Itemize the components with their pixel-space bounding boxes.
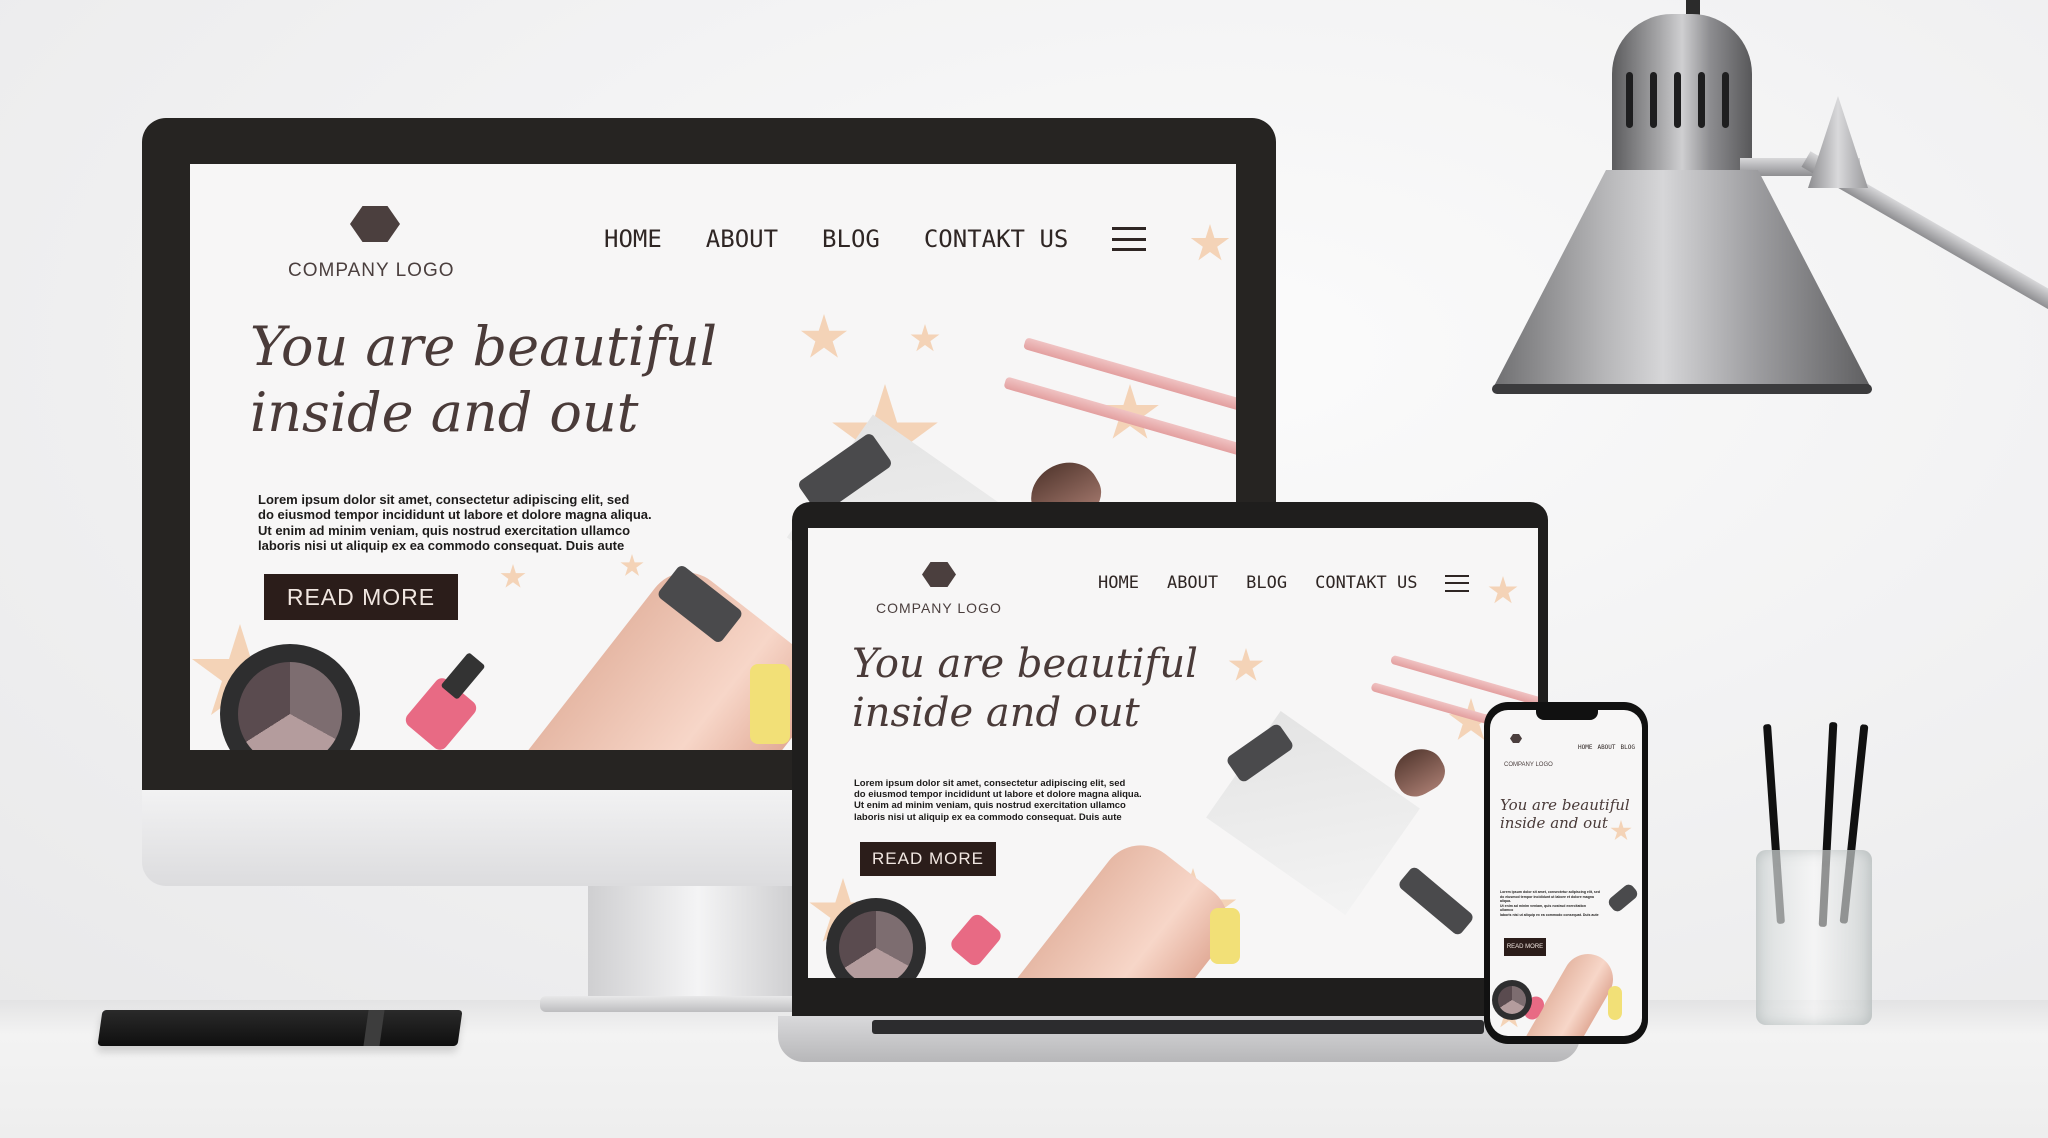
hero-title: You are beautiful inside and out bbox=[1500, 796, 1630, 833]
body-line: Ut enim ad minim veniam, quis nostrud ex… bbox=[854, 800, 1126, 812]
body-line: Lorem ipsum dolor sit amet, consectetur … bbox=[854, 778, 1126, 789]
body-line: laboris nisi ut aliquip ex ea commodo co… bbox=[854, 811, 1122, 823]
read-more-button[interactable]: READ MORE bbox=[264, 574, 458, 620]
phone-screen: COMPANY LOGO HOME ABOUT BLOG You are bea… bbox=[1490, 710, 1642, 1036]
hero-title-line2: inside and out bbox=[852, 689, 1140, 736]
star-icon bbox=[800, 314, 848, 358]
phone-notch bbox=[1536, 708, 1598, 720]
monitor-stand bbox=[588, 884, 808, 1002]
hamburger-icon[interactable] bbox=[1112, 227, 1147, 251]
hero-title-line1: You are beautiful bbox=[852, 641, 1198, 687]
main-nav: HOME ABOUT BLOG bbox=[1578, 742, 1635, 752]
body-line: Ut enim ad minim veniam, quis nostrud ex… bbox=[258, 522, 631, 538]
body-line: Lorem ipsum dolor sit amet, consectetur … bbox=[1500, 890, 1600, 894]
nav-contakt-us[interactable]: CONTAKT US bbox=[924, 225, 1069, 253]
tube-illustration bbox=[992, 829, 1244, 978]
eyeshadow-palette bbox=[1498, 986, 1526, 1014]
nav-blog[interactable]: BLOG bbox=[1621, 744, 1635, 751]
logo-text[interactable]: COMPANY LOGO bbox=[876, 600, 1002, 616]
hexagon-logo-icon[interactable] bbox=[922, 562, 956, 587]
body-line: laboris nisi ut aliquip ex ea commodo co… bbox=[258, 537, 625, 553]
glass-jar bbox=[1756, 850, 1872, 1025]
star-icon bbox=[620, 554, 644, 576]
eyeshadow-palette bbox=[839, 911, 913, 978]
sheet-illustration bbox=[1206, 711, 1420, 915]
nail-polish-illustration bbox=[750, 664, 790, 744]
lamp-vent bbox=[1722, 72, 1729, 128]
nail-polish-illustration bbox=[1608, 986, 1622, 1020]
hero-title: You are beautiful inside and out bbox=[852, 640, 1198, 738]
tube-cap bbox=[1606, 882, 1640, 914]
hero-body: Lorem ipsum dolor sit amet, consectetur … bbox=[258, 492, 718, 553]
logo-text[interactable]: COMPANY LOGO bbox=[288, 260, 455, 282]
nail-polish-illustration bbox=[948, 911, 1004, 969]
lamp-vent bbox=[1698, 72, 1705, 128]
lamp-vent bbox=[1626, 72, 1633, 128]
nav-about[interactable]: ABOUT bbox=[1597, 744, 1615, 751]
logo-text[interactable]: COMPANY LOGO bbox=[1504, 762, 1553, 768]
laptop-keyboard-deck bbox=[872, 1020, 1484, 1034]
star-icon bbox=[1190, 224, 1230, 261]
star-icon bbox=[1488, 576, 1518, 604]
body-line: Ut enim ad minim veniam, quis nostrud ex… bbox=[1500, 903, 1586, 913]
hamburger-icon[interactable] bbox=[1445, 574, 1470, 592]
main-nav: HOME ABOUT BLOG CONTAKT US bbox=[1098, 570, 1470, 596]
lamp-vent bbox=[1650, 72, 1657, 128]
body-line: laboris nisi ut aliquip ex ea commodo co… bbox=[1500, 912, 1599, 917]
hero-title-line1: You are beautiful bbox=[250, 315, 718, 378]
lamp-cap bbox=[1612, 14, 1752, 184]
body-line: Lorem ipsum dolor sit amet, consectetur … bbox=[258, 492, 630, 507]
body-line: do eiusmod tempor incididunt ut labore e… bbox=[258, 507, 652, 523]
nav-blog[interactable]: BLOG bbox=[1246, 573, 1287, 593]
lamp-vent bbox=[1674, 72, 1681, 128]
hero-title-line1: You are beautiful bbox=[1500, 796, 1630, 814]
nav-home[interactable]: HOME bbox=[604, 225, 662, 253]
lamp-rim bbox=[1492, 384, 1872, 394]
nav-contakt-us[interactable]: CONTAKT US bbox=[1315, 573, 1417, 593]
hero-body: Lorem ipsum dolor sit amet, consectetur … bbox=[1500, 890, 1600, 917]
nav-about[interactable]: ABOUT bbox=[706, 225, 778, 253]
nail-polish-illustration bbox=[1210, 908, 1240, 964]
laptop-screen: COMPANY LOGO HOME ABOUT BLOG CONTAKT US … bbox=[808, 528, 1538, 978]
body-line: do eiusmod tempor incididunt ut labore e… bbox=[854, 789, 1142, 801]
read-more-button[interactable]: READ MORE bbox=[860, 842, 996, 876]
notebook-cover bbox=[97, 1010, 463, 1046]
nav-blog[interactable]: BLOG bbox=[822, 225, 880, 253]
main-nav: HOME ABOUT BLOG CONTAKT US bbox=[604, 222, 1147, 256]
nav-about[interactable]: ABOUT bbox=[1167, 573, 1218, 593]
tube-cap bbox=[1397, 865, 1475, 937]
nav-home[interactable]: HOME bbox=[1578, 744, 1592, 751]
read-more-button[interactable]: READ MORE bbox=[1504, 938, 1546, 956]
hexagon-logo-icon[interactable] bbox=[350, 206, 400, 242]
hero-title: You are beautiful inside and out bbox=[250, 314, 717, 446]
nav-home[interactable]: HOME bbox=[1098, 573, 1139, 593]
hero-title-line2: inside and out bbox=[250, 380, 639, 444]
hero-body: Lorem ipsum dolor sit amet, consectetur … bbox=[854, 778, 1184, 823]
hexagon-logo-icon[interactable] bbox=[1510, 734, 1522, 743]
star-icon bbox=[910, 324, 940, 352]
hero-title-line2: inside and out bbox=[1500, 814, 1608, 833]
star-icon bbox=[1228, 648, 1264, 681]
star-icon bbox=[500, 564, 526, 588]
body-line: do eiusmod tempor incididunt ut labore e… bbox=[1500, 894, 1594, 904]
